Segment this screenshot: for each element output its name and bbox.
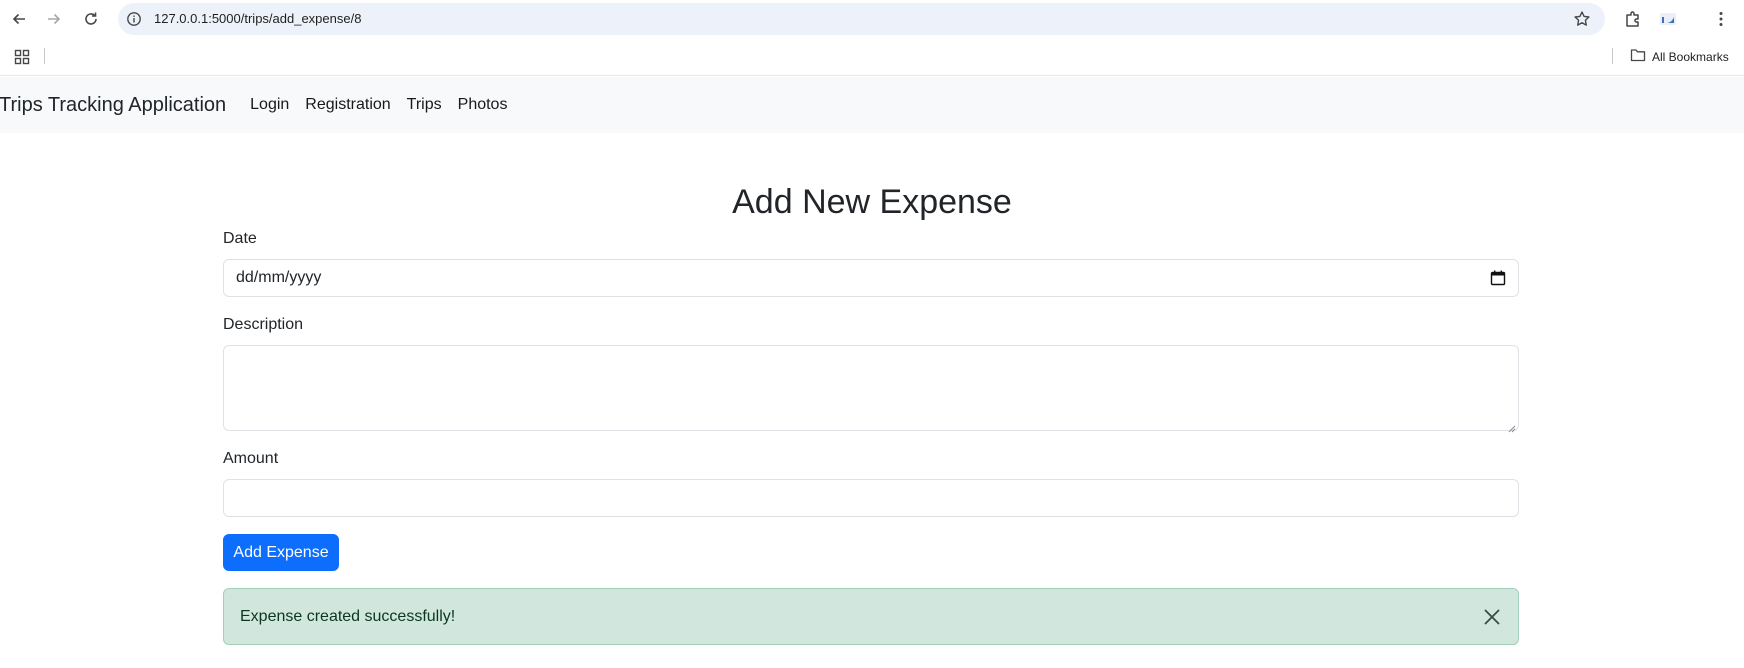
forward-icon[interactable] (42, 7, 66, 31)
amount-label: Amount (223, 450, 279, 467)
nav-link-registration[interactable]: Registration (305, 96, 390, 114)
bookmarks-divider (1612, 48, 1613, 64)
apps-grid-icon[interactable] (14, 49, 30, 65)
nav-link-trips[interactable]: Trips (407, 96, 442, 114)
bookmarks-bar: All Bookmarks (0, 38, 1744, 76)
page-title: Add New Expense (732, 183, 1012, 221)
folder-icon (1630, 48, 1646, 65)
amount-input[interactable] (223, 479, 1519, 517)
date-input[interactable]: dd/mm/yyyy (223, 259, 1519, 297)
description-label: Description (223, 316, 304, 333)
description-textarea[interactable] (223, 345, 1519, 431)
profile-avatar-icon[interactable] (1657, 8, 1679, 30)
url-text[interactable]: 127.0.0.1:5000/trips/add_expense/8 (154, 11, 361, 26)
date-placeholder: dd/mm/yyyy (236, 269, 322, 286)
address-bar[interactable]: 127.0.0.1:5000/trips/add_expense/8 (118, 3, 1605, 35)
site-info-icon[interactable] (126, 11, 142, 27)
calendar-icon[interactable] (1490, 270, 1506, 286)
resize-handle-icon[interactable] (1508, 420, 1516, 433)
success-alert: Expense created successfully! (223, 588, 1519, 645)
nav-link-login[interactable]: Login (250, 96, 289, 114)
close-icon[interactable] (1482, 607, 1502, 627)
back-icon[interactable] (7, 7, 31, 31)
all-bookmarks-label: All Bookmarks (1652, 49, 1729, 64)
bookmark-star-icon[interactable] (1573, 10, 1591, 28)
browser-toolbar: 127.0.0.1:5000/trips/add_expense/8 (0, 0, 1744, 38)
add-expense-button[interactable]: Add Expense (223, 534, 339, 571)
navbar-brand[interactable]: Trips Tracking Application (0, 94, 226, 117)
app-navbar: Trips Tracking Application Login Registr… (0, 77, 1744, 133)
nav-link-photos[interactable]: Photos (458, 96, 508, 114)
alert-message: Expense created successfully! (240, 608, 456, 625)
reload-icon[interactable] (79, 7, 103, 31)
menu-kebab-icon[interactable] (1710, 8, 1732, 30)
bookmarks-divider (44, 48, 45, 64)
all-bookmarks-button[interactable]: All Bookmarks (1630, 48, 1729, 65)
extensions-icon[interactable] (1622, 8, 1644, 30)
date-label: Date (223, 230, 257, 247)
